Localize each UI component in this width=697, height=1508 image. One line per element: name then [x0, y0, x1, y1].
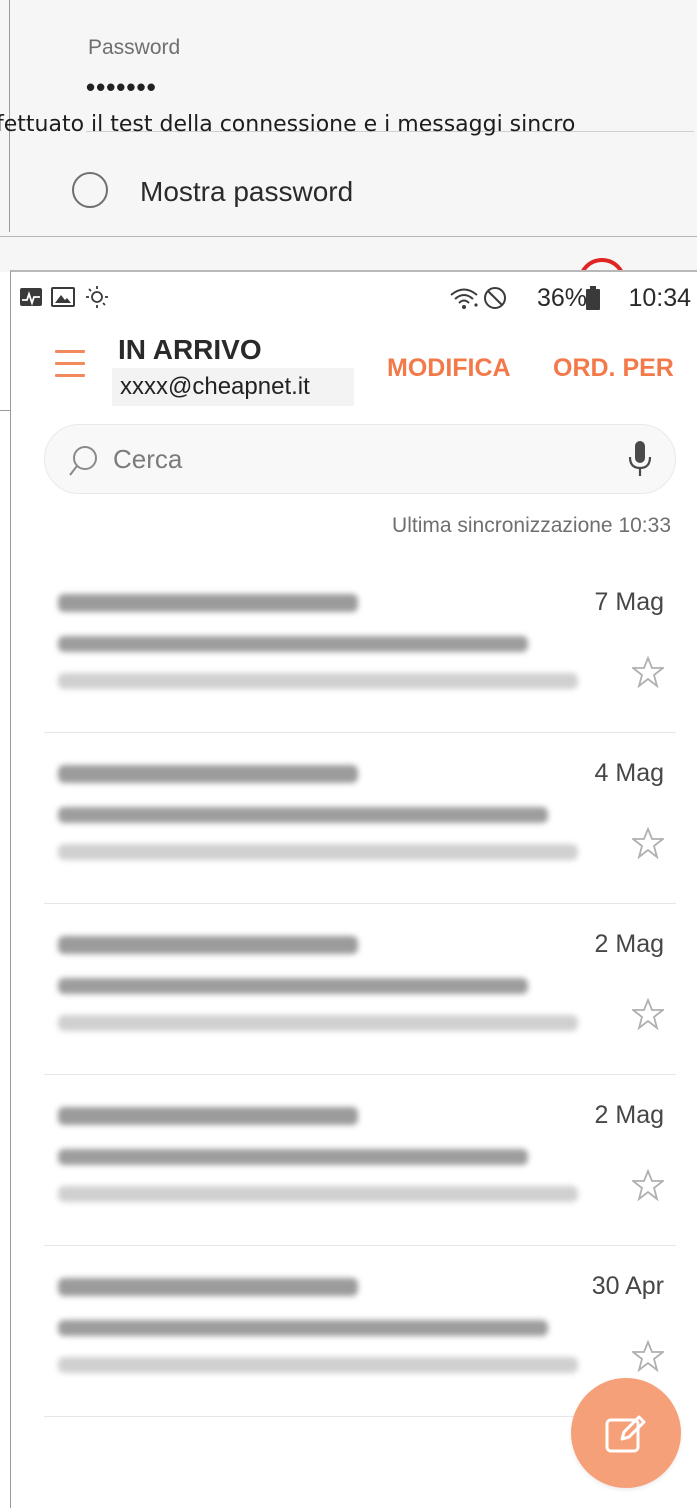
star-icon[interactable] — [632, 827, 664, 859]
divider — [0, 236, 697, 237]
email-date: 2 Mag — [594, 1101, 664, 1129]
email-preview-blurred — [58, 673, 578, 689]
email-sender-blurred — [58, 765, 358, 783]
show-password-label: Mostra password — [140, 176, 354, 207]
sort-button[interactable]: ORD. PER — [553, 354, 674, 383]
email-subject-blurred — [58, 636, 528, 652]
email-date: 4 Mag — [594, 759, 664, 787]
search-icon — [69, 446, 97, 476]
email-subject-blurred — [58, 978, 528, 994]
email-sender-blurred — [58, 1107, 358, 1125]
email-row[interactable]: 7 Mag — [44, 562, 676, 733]
account-email[interactable]: xxxx@cheapnet.it — [112, 368, 354, 406]
email-row[interactable]: 2 Mag — [44, 904, 676, 1075]
wifi-icon — [450, 288, 478, 309]
brightness-icon — [86, 286, 108, 308]
password-field[interactable]: ••••••• — [86, 74, 157, 100]
image-icon — [51, 287, 75, 307]
battery-percent: 36% — [536, 284, 587, 312]
email-sender-blurred — [58, 1278, 358, 1296]
email-preview-blurred — [58, 1015, 578, 1031]
clock: 10:34 — [628, 284, 691, 312]
search-placeholder: Cerca — [113, 444, 183, 474]
email-row[interactable]: 2 Mag — [44, 1075, 676, 1246]
show-password-radio[interactable] — [72, 172, 108, 208]
star-icon[interactable] — [632, 1169, 664, 1201]
email-row[interactable]: 30 Apr — [44, 1246, 676, 1417]
email-subject-blurred — [58, 1149, 528, 1165]
email-date: 7 Mag — [594, 588, 664, 616]
edit-button[interactable]: MODIFICA — [387, 354, 511, 383]
email-row[interactable]: 4 Mag — [44, 733, 676, 904]
search-input[interactable]: Cerca — [44, 424, 676, 494]
overlay-caption: fettuato il test della connessione e i m… — [0, 112, 576, 137]
page-title: IN ARRIVO — [118, 334, 262, 365]
microphone-icon[interactable] — [627, 439, 653, 479]
email-sender-blurred — [58, 936, 358, 954]
menu-icon[interactable] — [55, 348, 85, 380]
last-sync-text: Ultima sincronizzazione 10:33 — [392, 514, 671, 537]
email-preview-blurred — [58, 844, 578, 860]
email-sender-blurred — [58, 594, 358, 612]
inbox-header: IN ARRIVO xxxx@cheapnet.it MODIFICA ORD.… — [11, 324, 697, 414]
email-subject-blurred — [58, 1320, 548, 1336]
email-date: 30 Apr — [591, 1272, 664, 1300]
compose-icon — [605, 1415, 646, 1453]
email-preview-blurred — [58, 1186, 578, 1202]
email-subject-blurred — [58, 807, 548, 823]
email-list: 7 Mag 4 Mag 2 Mag 2 Mag 30 Apr — [44, 562, 676, 1417]
email-app-screen: 36% 10:34 IN ARRIVO xxxx@cheapnet.it MOD… — [10, 270, 697, 1508]
star-icon[interactable] — [632, 656, 664, 688]
activity-icon — [20, 288, 42, 306]
star-icon[interactable] — [632, 998, 664, 1030]
compose-button[interactable] — [571, 1378, 681, 1488]
password-label: Password — [88, 36, 181, 59]
battery-icon — [586, 286, 600, 310]
email-date: 2 Mag — [594, 930, 664, 958]
star-icon[interactable] — [632, 1340, 664, 1372]
email-preview-blurred — [58, 1357, 578, 1373]
background-screenshot: Password ••••••• fettuato il test della … — [0, 0, 697, 272]
do-not-disturb-icon — [484, 287, 506, 309]
divider — [0, 410, 10, 411]
status-bar: 36% 10:34 — [11, 272, 697, 324]
